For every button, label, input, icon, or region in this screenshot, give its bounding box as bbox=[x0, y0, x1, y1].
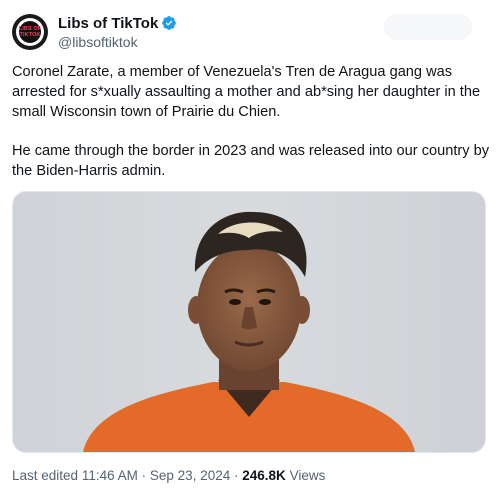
left-eye bbox=[229, 299, 241, 305]
meta-separator: · bbox=[141, 468, 147, 483]
handle[interactable]: @libsoftiktok bbox=[58, 33, 177, 51]
tweet-meta: Last edited 11:46 AM · Sep 23, 2024 · 24… bbox=[12, 467, 325, 485]
right-eye bbox=[259, 299, 271, 305]
tweet-date[interactable]: Sep 23, 2024 bbox=[150, 468, 230, 483]
tweet-header: LIBS OF TIKTOK Libs of TikTok @libsoftikt… bbox=[12, 10, 177, 54]
views-count[interactable]: 246.8K bbox=[242, 468, 286, 483]
tweet-time[interactable]: 11:46 AM bbox=[82, 468, 138, 483]
meta-separator: · bbox=[234, 468, 239, 483]
tweet-text: Coronel Zarate, a member of Venezuela's … bbox=[12, 62, 490, 181]
left-ear bbox=[188, 296, 204, 324]
avatar[interactable]: LIBS OF TIKTOK bbox=[12, 14, 48, 50]
display-name[interactable]: Libs of TikTok bbox=[58, 14, 158, 33]
views-label: Views bbox=[289, 468, 326, 483]
author-names: Libs of TikTok @libsoftiktok bbox=[58, 14, 177, 51]
tweet-paragraph-1: Coronel Zarate, a member of Venezuela's … bbox=[12, 64, 481, 120]
edited-label[interactable]: Last edited bbox=[12, 468, 78, 483]
tweet-media[interactable] bbox=[12, 191, 486, 453]
tweet: LIBS OF TIKTOK Libs of TikTok @libsoftikt… bbox=[0, 0, 500, 489]
verified-badge-icon bbox=[162, 16, 177, 30]
libs-of-tiktok-logo-icon: LIBS OF TIKTOK bbox=[18, 26, 42, 38]
tweet-paragraph-2: He came through the border in 2023 and w… bbox=[12, 143, 490, 179]
mugshot-photo-icon bbox=[13, 192, 485, 452]
follow-button-placeholder[interactable] bbox=[384, 14, 472, 40]
name-row: Libs of TikTok bbox=[58, 14, 177, 33]
right-ear bbox=[294, 296, 310, 324]
